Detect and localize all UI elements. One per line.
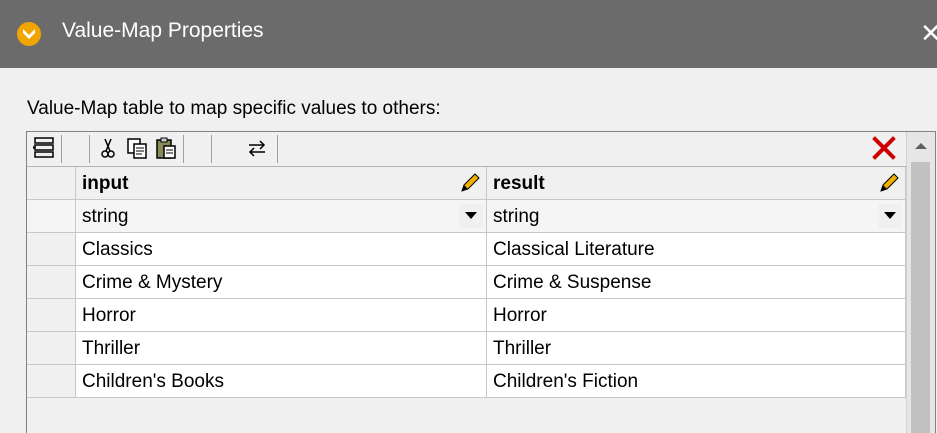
type-row: string string bbox=[27, 200, 906, 234]
toolbar-separator bbox=[183, 135, 184, 163]
chevron-down-icon[interactable] bbox=[878, 204, 902, 228]
paste-icon bbox=[156, 137, 176, 159]
cut-icon bbox=[101, 138, 115, 158]
toolbar-separator bbox=[277, 135, 278, 163]
input-cell[interactable]: Classics bbox=[76, 233, 487, 266]
swap-columns-icon bbox=[248, 140, 266, 157]
input-cell[interactable]: Horror bbox=[76, 299, 487, 332]
toolbar-separator bbox=[61, 135, 62, 163]
swap-columns-button[interactable] bbox=[243, 134, 271, 162]
result-cell[interactable]: Horror bbox=[487, 299, 906, 332]
delete-row-icon bbox=[872, 136, 896, 160]
input-type-value: string bbox=[82, 206, 129, 227]
cut-button[interactable] bbox=[94, 134, 122, 162]
result-cell[interactable]: Thriller bbox=[487, 332, 906, 365]
row-header[interactable] bbox=[27, 332, 76, 365]
table-row: Classics Classical Literature bbox=[27, 233, 906, 267]
dialog-body: Value-Map table to map specific values t… bbox=[0, 68, 937, 433]
table-row: Thriller Thriller bbox=[27, 332, 906, 366]
insert-row-icon bbox=[33, 137, 54, 158]
result-type-select[interactable]: string bbox=[487, 200, 906, 233]
table-row: Crime & Mystery Crime & Suspense bbox=[27, 266, 906, 300]
close-icon: ✕ bbox=[920, 18, 937, 48]
edit-pencil-icon[interactable] bbox=[458, 171, 482, 195]
grid-toolbar bbox=[27, 132, 906, 167]
header-row: input result bbox=[27, 167, 906, 201]
delete-row-button[interactable] bbox=[870, 134, 898, 164]
input-cell[interactable]: Children's Books bbox=[76, 365, 487, 398]
scroll-up-button[interactable] bbox=[907, 132, 935, 160]
input-column-header: input bbox=[76, 167, 487, 200]
scroll-thumb[interactable] bbox=[911, 162, 930, 433]
window-title: Value-Map Properties bbox=[62, 19, 264, 42]
toolbar-separator bbox=[89, 135, 90, 163]
chevron-down-icon[interactable] bbox=[459, 204, 483, 228]
table-row: Children's Books Children's Fiction bbox=[27, 365, 906, 399]
value-map-grid: input result string string Classics Clas… bbox=[26, 131, 936, 433]
row-header[interactable] bbox=[27, 266, 76, 299]
input-column-label: input bbox=[82, 173, 129, 194]
result-type-value: string bbox=[493, 206, 540, 227]
result-column-header: result bbox=[487, 167, 906, 200]
copy-button[interactable] bbox=[123, 134, 151, 162]
row-header[interactable] bbox=[27, 299, 76, 332]
app-logo-icon bbox=[17, 22, 41, 46]
value-map-description: Value-Map table to map specific values t… bbox=[27, 98, 441, 119]
close-button[interactable]: ✕ bbox=[919, 10, 937, 56]
toolbar-separator bbox=[211, 135, 212, 163]
edit-pencil-icon[interactable] bbox=[877, 171, 901, 195]
copy-icon bbox=[127, 138, 147, 159]
input-cell[interactable]: Crime & Mystery bbox=[76, 266, 487, 299]
title-bar: Value-Map Properties ✕ bbox=[0, 0, 937, 68]
paste-button[interactable] bbox=[152, 134, 180, 162]
result-cell[interactable]: Children's Fiction bbox=[487, 365, 906, 398]
result-cell[interactable]: Classical Literature bbox=[487, 233, 906, 266]
insert-row-button[interactable] bbox=[30, 134, 58, 162]
input-type-select[interactable]: string bbox=[76, 200, 487, 233]
scroll-up-arrow-icon bbox=[915, 143, 927, 149]
result-column-label: result bbox=[493, 173, 545, 194]
input-cell[interactable]: Thriller bbox=[76, 332, 487, 365]
vertical-scrollbar[interactable] bbox=[906, 132, 935, 433]
result-cell[interactable]: Crime & Suspense bbox=[487, 266, 906, 299]
row-header[interactable] bbox=[27, 365, 76, 398]
table-row: Horror Horror bbox=[27, 299, 906, 333]
row-header bbox=[27, 200, 76, 233]
row-header[interactable] bbox=[27, 233, 76, 266]
row-header-corner bbox=[27, 167, 76, 200]
